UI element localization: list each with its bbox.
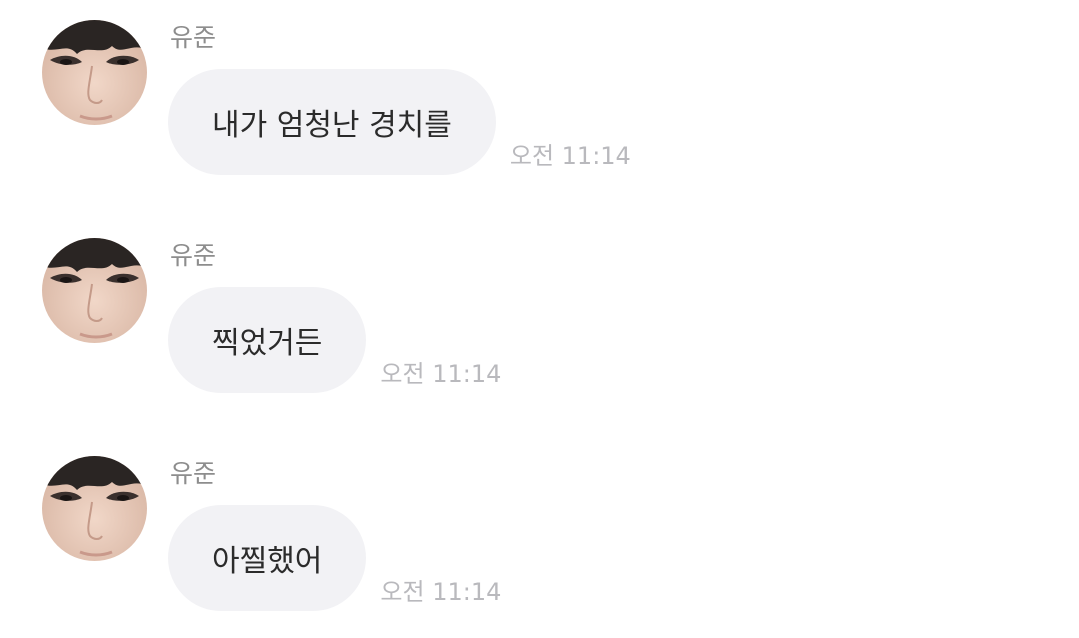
sender-name: 유준 bbox=[170, 23, 217, 52]
message-row: 유준 아찔했어 오전 11:14 bbox=[0, 436, 1079, 626]
avatar[interactable] bbox=[42, 20, 147, 125]
sender-name: 유준 bbox=[170, 241, 217, 270]
message-bubble-group: 찍었거든 오전 11:14 bbox=[168, 287, 501, 393]
sender-name: 유준 bbox=[170, 459, 217, 488]
message-timestamp: 오전 11:14 bbox=[380, 360, 502, 388]
message-bubble-group: 내가 엄청난 경치를 오전 11:14 bbox=[168, 69, 631, 175]
message-bubble[interactable]: 내가 엄청난 경치를 bbox=[168, 69, 496, 175]
message-timestamp: 오전 11:14 bbox=[509, 142, 631, 170]
avatar[interactable] bbox=[42, 238, 147, 343]
message-timestamp: 오전 11:14 bbox=[380, 578, 502, 606]
message-bubble[interactable]: 찍었거든 bbox=[168, 287, 367, 393]
message-bubble[interactable]: 아찔했어 bbox=[168, 505, 367, 611]
message-row: 유준 내가 엄청난 경치를 오전 11:14 bbox=[0, 0, 1079, 190]
message-bubble-group: 아찔했어 오전 11:14 bbox=[168, 505, 501, 611]
chat-thread: 유준 내가 엄청난 경치를 오전 11:14 유준 찍었거든 오전 11:14 … bbox=[0, 0, 1079, 638]
message-row: 유준 찍었거든 오전 11:14 bbox=[0, 218, 1079, 408]
avatar-face-icon bbox=[42, 456, 147, 561]
avatar-face-icon bbox=[42, 20, 147, 125]
avatar[interactable] bbox=[42, 456, 147, 561]
avatar-face-icon bbox=[42, 238, 147, 343]
